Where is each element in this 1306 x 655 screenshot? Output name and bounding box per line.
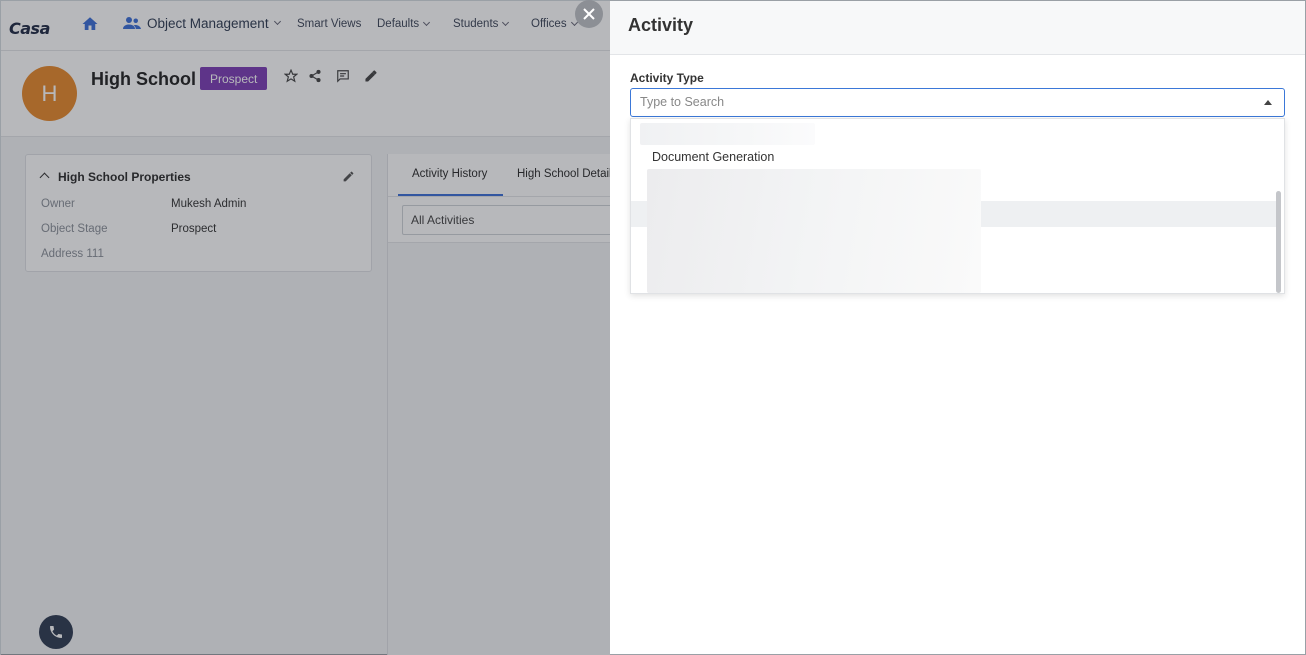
activity-type-select[interactable] <box>630 88 1285 117</box>
dropdown-scrollbar[interactable] <box>1276 191 1281 293</box>
option-document-generation[interactable]: Document Generation <box>652 150 774 164</box>
activity-drawer: Activity Activity Type Document Generati… <box>610 0 1306 655</box>
activity-type-label: Activity Type <box>630 71 704 85</box>
drawer-header: Activity <box>610 1 1305 55</box>
activity-type-search-input[interactable] <box>631 89 1231 115</box>
activity-type-dropdown: Document Generation <box>630 118 1285 294</box>
redacted-options[interactable] <box>647 169 981 293</box>
close-icon <box>583 8 595 20</box>
caret-up-icon[interactable] <box>1264 100 1272 105</box>
redacted-option[interactable] <box>640 123 815 145</box>
modal-overlay[interactable] <box>1 1 611 655</box>
drawer-title: Activity <box>628 15 694 35</box>
close-drawer-button[interactable] <box>575 0 603 28</box>
